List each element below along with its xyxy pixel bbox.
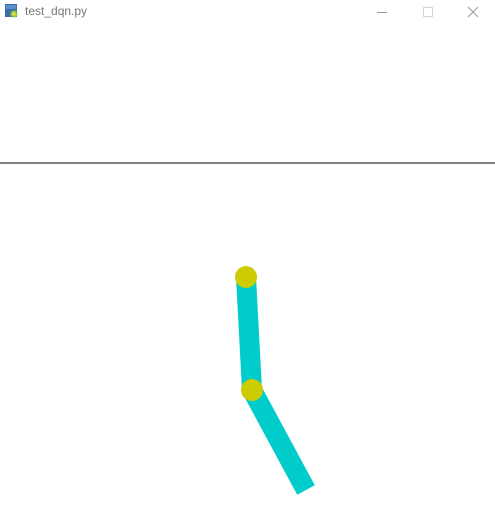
- title-bar[interactable]: test_dqn.py: [0, 0, 495, 24]
- close-button[interactable]: [451, 0, 495, 24]
- app-window: test_dqn.py: [0, 0, 495, 517]
- maximize-icon: [423, 7, 433, 17]
- window-title: test_dqn.py: [25, 4, 88, 18]
- close-icon: [467, 6, 479, 18]
- acrobot-joint-elbow: [241, 379, 263, 401]
- render-canvas: [0, 24, 495, 517]
- acrobot-link-1: [236, 276, 262, 391]
- acrobot-link-2: [243, 385, 315, 495]
- python-file-icon: [5, 4, 19, 18]
- maximize-button[interactable]: [405, 0, 451, 24]
- minimize-icon: [377, 12, 387, 13]
- acrobot-joint-base: [235, 266, 257, 288]
- minimize-button[interactable]: [359, 0, 405, 24]
